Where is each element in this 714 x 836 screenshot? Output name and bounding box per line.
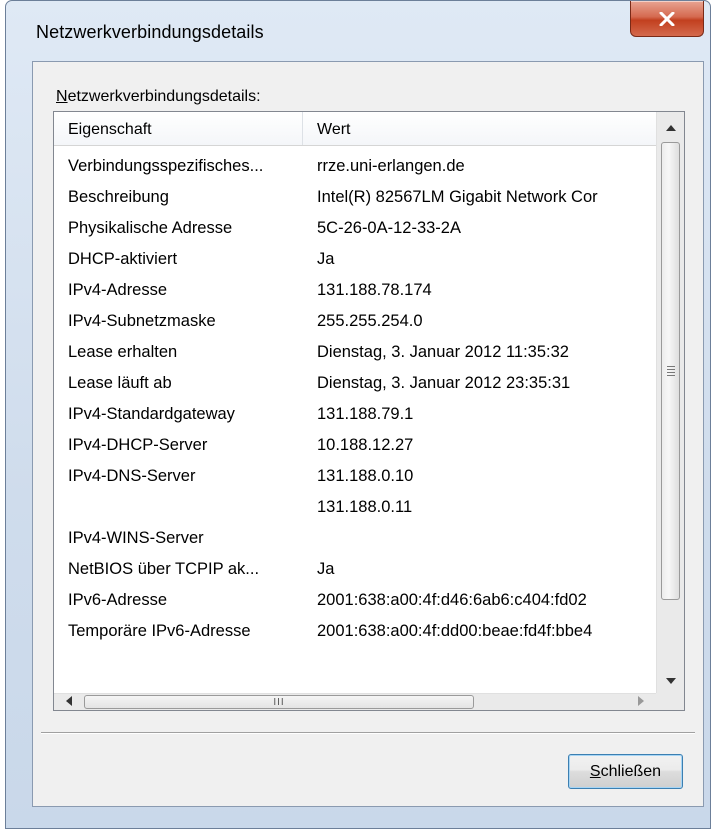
- table-row[interactable]: IPv6-Adresse 2001:638:a00:4f:d46:6ab6:c40…: [54, 587, 657, 618]
- property-name: IPv4-WINS-Server: [68, 529, 204, 547]
- close-icon: [659, 11, 675, 26]
- table-row[interactable]: Verbindungsspezifisches... rrze.uni-erlan…: [54, 153, 657, 184]
- dialog-window: Netzwerkverbindungsdetails Netzwerkverbi…: [5, 0, 711, 829]
- property-name: IPv4-Adresse: [68, 281, 168, 299]
- property-value: 131.188.79.1: [317, 405, 414, 423]
- property-value: Ja: [317, 250, 335, 268]
- property-value: Intel(R) 82567LM Gigabit Network Cor: [317, 188, 598, 206]
- column-header-property[interactable]: Eigenschaft: [54, 112, 303, 145]
- property-value: Dienstag, 3. Januar 2012 11:35:32: [317, 343, 569, 361]
- table-row[interactable]: IPv4-WINS-Server: [54, 525, 657, 556]
- table-row[interactable]: Temporäre IPv6-Adresse 2001:638:a00:4f:dd…: [54, 618, 657, 649]
- property-value: 131.188.0.11: [317, 498, 413, 516]
- arrow-down-icon: [665, 671, 676, 689]
- property-value: 131.188.78.174: [317, 281, 432, 299]
- arrow-right-icon: [638, 693, 644, 710]
- property-name: Verbindungsspezifisches...: [68, 157, 264, 175]
- column-header-value[interactable]: Wert: [303, 112, 350, 145]
- close-button[interactable]: Schließen: [568, 754, 683, 789]
- list-rows: Verbindungsspezifisches... rrze.uni-erlan…: [54, 153, 657, 693]
- scroll-right-button[interactable]: [628, 694, 654, 710]
- grip-icon: III: [273, 696, 285, 708]
- table-row[interactable]: IPv4-DHCP-Server 10.188.12.27: [54, 432, 657, 463]
- property-value: Dienstag, 3. Januar 2012 23:35:31: [317, 374, 571, 392]
- property-name: Physikalische Adresse: [68, 219, 233, 237]
- grip-icon: [666, 366, 675, 376]
- table-row[interactable]: Physikalische Adresse 5C-26-0A-12-33-2A: [54, 215, 657, 246]
- property-value: 2001:638:a00:4f:dd00:beae:fd4f:bbe4: [317, 622, 593, 640]
- table-row[interactable]: NetBIOS über TCPIP ak... Ja: [54, 556, 657, 587]
- property-name: IPv4-Subnetzmaske: [68, 312, 216, 330]
- property-name: IPv4-Standardgateway: [68, 405, 235, 423]
- scroll-left-button[interactable]: [56, 694, 82, 710]
- property-value: 255.255.254.0: [317, 312, 423, 330]
- list-header: Eigenschaft Wert: [54, 112, 657, 146]
- property-name: Lease erhalten: [68, 343, 178, 361]
- window-title: Netzwerkverbindungsdetails: [36, 22, 264, 42]
- scroll-down-button[interactable]: [657, 667, 684, 693]
- property-name: IPv4-DNS-Server: [68, 467, 196, 485]
- horizontal-scroll-thumb[interactable]: III: [84, 695, 474, 709]
- property-name: IPv6-Adresse: [68, 591, 168, 609]
- scroll-up-button[interactable]: [657, 114, 684, 140]
- property-name: DHCP-aktiviert: [68, 250, 178, 268]
- property-name: Lease läuft ab: [68, 374, 172, 392]
- details-list[interactable]: Eigenschaft Wert Verbindungsspezifisches…: [53, 111, 685, 711]
- table-row[interactable]: IPv4-Subnetzmaske 255.255.254.0: [54, 308, 657, 339]
- table-row[interactable]: IPv4-DNS-Server 131.188.0.10: [54, 463, 657, 494]
- table-row[interactable]: Beschreibung Intel(R) 82567LM Gigabit Net…: [54, 184, 657, 215]
- details-caption: Netzwerkverbindungsdetails:: [56, 88, 261, 105]
- property-name: IPv4-DHCP-Server: [68, 436, 208, 454]
- table-row[interactable]: DHCP-aktiviert Ja: [54, 246, 657, 277]
- dialog-client-area: Netzwerkverbindungsdetails: Eigenschaft …: [32, 61, 704, 807]
- table-row[interactable]: 131.188.0.11: [54, 494, 657, 525]
- title-bar[interactable]: Netzwerkverbindungsdetails: [6, 1, 710, 61]
- property-value: 131.188.0.10: [317, 467, 414, 485]
- scrollbar-corner: [656, 693, 684, 710]
- horizontal-scrollbar[interactable]: III: [54, 693, 657, 710]
- table-row[interactable]: IPv4-Adresse 131.188.78.174: [54, 277, 657, 308]
- separator: [41, 732, 695, 734]
- property-value: 5C-26-0A-12-33-2A: [317, 219, 461, 237]
- property-name: Beschreibung: [68, 188, 169, 206]
- arrow-up-icon: [665, 118, 676, 136]
- property-value: 10.188.12.27: [317, 436, 414, 454]
- property-value: rrze.uni-erlangen.de: [317, 157, 465, 175]
- property-name: Temporäre IPv6-Adresse: [68, 622, 251, 640]
- table-row[interactable]: Lease läuft ab Dienstag, 3. Januar 2012 2…: [54, 370, 657, 401]
- vertical-scrollbar[interactable]: [656, 112, 684, 695]
- property-value: 2001:638:a00:4f:d46:6ab6:c404:fd02: [317, 591, 587, 609]
- arrow-left-icon: [66, 693, 72, 710]
- property-value: Ja: [317, 560, 335, 578]
- vertical-scroll-thumb[interactable]: [661, 142, 680, 600]
- table-row[interactable]: IPv4-Standardgateway 131.188.79.1: [54, 401, 657, 432]
- property-name: NetBIOS über TCPIP ak...: [68, 560, 260, 578]
- table-row[interactable]: Lease erhalten Dienstag, 3. Januar 2012 1…: [54, 339, 657, 370]
- window-close-button[interactable]: [630, 1, 704, 37]
